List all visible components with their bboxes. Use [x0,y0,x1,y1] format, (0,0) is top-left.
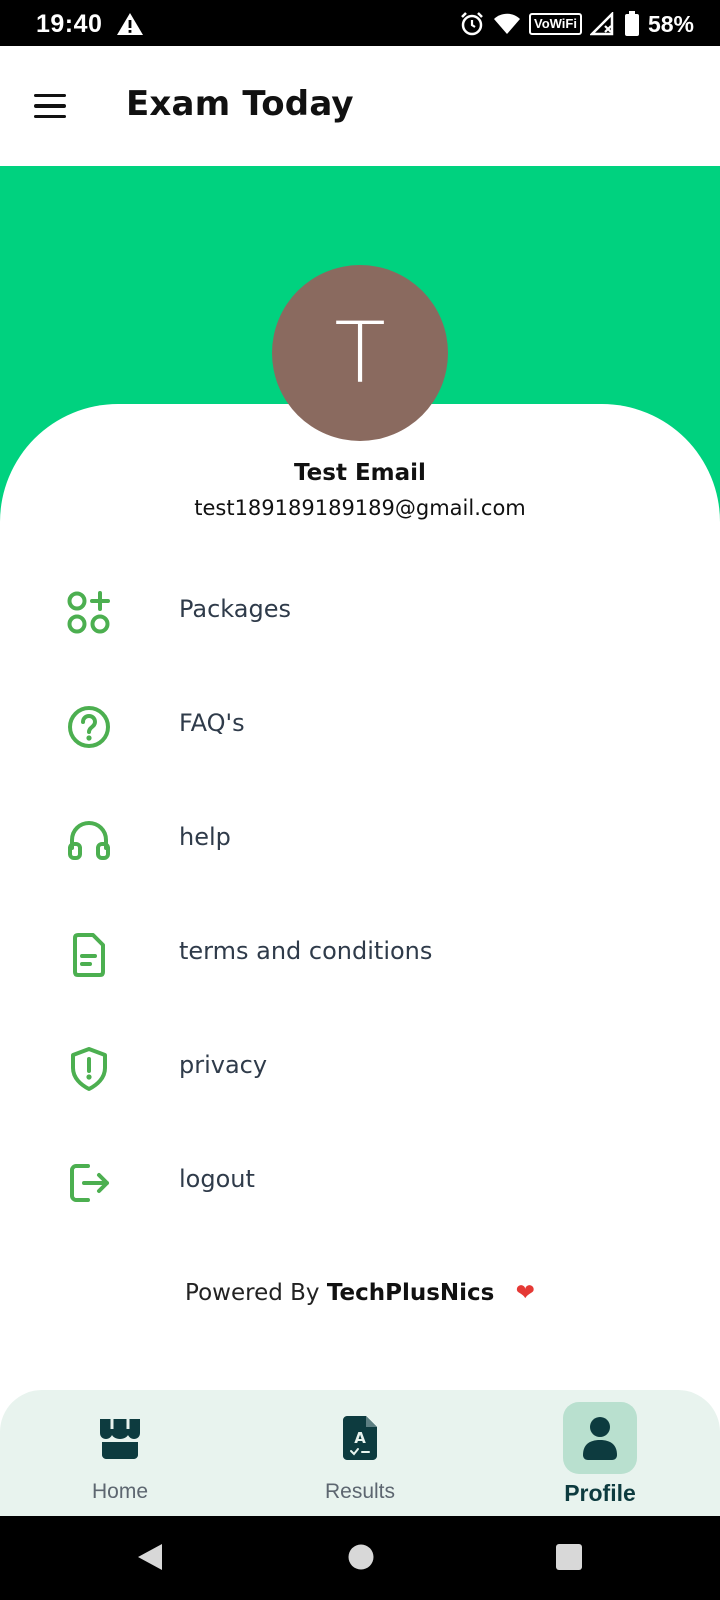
menu-item-terms[interactable]: terms and conditions [0,897,720,1011]
svg-text:A: A [354,1429,366,1447]
signal-icon [589,12,614,36]
page-title: Exam Today [126,84,354,124]
logout-icon [70,1164,109,1202]
vowifi-badge: VoWiFi [528,13,582,35]
result-document-icon: A [343,1416,377,1460]
user-name: Test Email [294,460,426,486]
wifi-icon [493,13,520,34]
status-bar: 19:40 VoWiFi 58% [0,0,720,46]
powered-by-brand: TechPlusNics [326,1280,495,1306]
nav-label: Results [324,1480,396,1503]
shield-alert-icon [71,1047,107,1091]
profile-menu: Packages FAQ's help terms and conditions… [0,555,720,1239]
recents-square-icon[interactable] [555,1542,583,1572]
menu-item-label: Packages [179,595,291,623]
headphones-icon [68,820,110,860]
heart-icon: ❤ [515,1280,535,1306]
powered-by-prefix: Powered By [185,1280,320,1306]
user-email: test189189189189@gmail.com [194,496,526,520]
menu-item-faqs[interactable]: FAQ's [0,669,720,783]
nav-icon-container [563,1402,637,1474]
menu-item-label: help [179,823,231,851]
back-icon[interactable] [136,1542,164,1572]
menu-item-help[interactable]: help [0,783,720,897]
packages-icon [67,591,110,634]
menu-item-label: terms and conditions [179,937,433,965]
nav-item-profile[interactable]: Profile [480,1390,720,1516]
warning-icon [117,13,143,35]
nav-item-results[interactable]: A Results [240,1390,480,1516]
menu-item-label: privacy [179,1051,268,1079]
document-icon [73,933,105,977]
menu-item-label: logout [179,1165,255,1193]
system-navigation-bar [0,1516,720,1600]
avatar[interactable]: T [272,265,448,441]
app-bar: Exam Today [0,46,720,166]
status-time: 19:40 [36,10,103,38]
menu-item-logout[interactable]: logout [0,1125,720,1239]
menu-item-privacy[interactable]: privacy [0,1011,720,1125]
nav-label: Home [91,1480,149,1503]
nav-label: Profile [564,1480,636,1506]
nav-icon-container: A [323,1402,397,1474]
status-icons: VoWiFi 58% [459,10,694,38]
nav-icon-container [83,1402,157,1474]
powered-by-footer: Powered By TechPlusNics ❤ [0,1280,720,1306]
question-circle-icon [68,706,110,748]
menu-item-packages[interactable]: Packages [0,555,720,669]
store-icon [100,1419,140,1459]
battery-percent: 58% [647,10,694,37]
hamburger-menu-icon[interactable] [22,82,78,130]
menu-item-label: FAQ's [179,709,245,737]
bottom-navigation: Home A Results Profile [0,1390,720,1516]
person-icon [583,1417,617,1460]
battery-icon [624,11,639,36]
alarm-icon [461,12,483,36]
nav-item-home[interactable]: Home [0,1390,240,1516]
home-circle-icon[interactable] [347,1542,375,1572]
